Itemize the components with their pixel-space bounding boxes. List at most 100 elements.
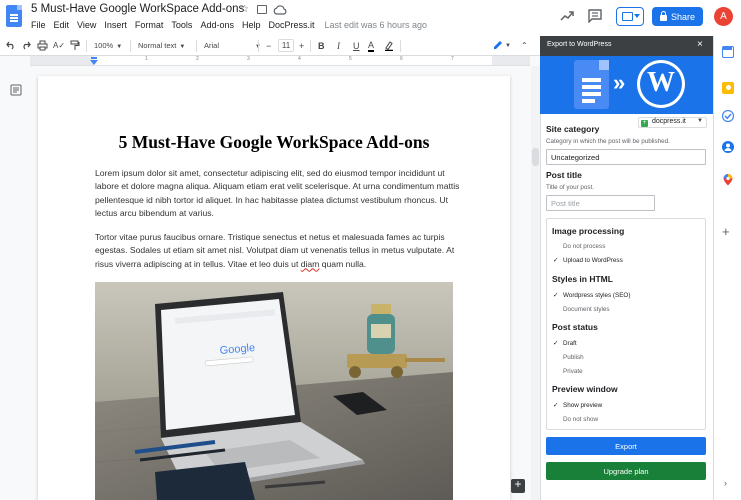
paragraph-2[interactable]: Tortor vitae purus faucibus ornare. Tris… bbox=[95, 231, 461, 271]
double-chevron-right-icon: » bbox=[613, 70, 626, 95]
decrease-font-button[interactable]: − bbox=[266, 40, 271, 52]
menu-edit[interactable]: Edit bbox=[54, 20, 70, 30]
option-private[interactable]: Private bbox=[563, 368, 583, 375]
editing-mode-pencil-icon[interactable] bbox=[492, 39, 503, 51]
upgrade-plan-button[interactable]: Upgrade plan bbox=[546, 462, 706, 480]
docpress-account-select[interactable]: + docpress.it ▼ bbox=[638, 117, 707, 128]
chevron-down-icon: ▼ bbox=[697, 118, 703, 124]
lock-icon bbox=[659, 10, 667, 21]
text-color-button[interactable]: A bbox=[368, 40, 375, 52]
site-category-title: Site category bbox=[546, 124, 600, 134]
option-draft[interactable]: ✓ Draft bbox=[553, 340, 577, 347]
left-indent-handle[interactable] bbox=[90, 60, 98, 65]
document-heading[interactable]: 5 Must-Have Google WorkSpace Add-ons bbox=[38, 132, 510, 153]
undo-icon[interactable] bbox=[6, 41, 16, 50]
calendar-icon[interactable] bbox=[722, 46, 734, 58]
chevron-down-icon bbox=[634, 14, 640, 18]
menu-docpress[interactable]: DocPress.it bbox=[268, 20, 314, 30]
contacts-icon[interactable] bbox=[722, 141, 734, 153]
paragraph-2-text-end: quam nulla. bbox=[319, 258, 367, 269]
underline-button[interactable]: U bbox=[353, 40, 360, 52]
preview-window-title: Preview window bbox=[552, 384, 618, 394]
keep-icon[interactable] bbox=[722, 82, 734, 94]
document-scrollbar[interactable] bbox=[531, 66, 540, 500]
option-do-not-show[interactable]: Do not show bbox=[563, 416, 598, 423]
ruler-label: 2 bbox=[196, 56, 199, 62]
chevron-right-icon[interactable]: › bbox=[724, 478, 727, 488]
italic-button[interactable]: I bbox=[337, 40, 340, 52]
misspelled-word[interactable]: diam bbox=[301, 259, 320, 269]
option-wordpress-styles[interactable]: ✓ Wordpress styles (SEO) bbox=[553, 292, 630, 299]
chevron-down-icon: ▼ bbox=[116, 44, 123, 50]
option-label: Draft bbox=[563, 340, 577, 347]
check-icon: ✓ bbox=[553, 340, 559, 347]
font-size-input[interactable]: 11 bbox=[278, 39, 294, 52]
paint-format-icon[interactable] bbox=[70, 40, 80, 51]
present-button[interactable] bbox=[616, 7, 644, 26]
cloud-status-icon[interactable] bbox=[273, 5, 287, 15]
check-icon: ✓ bbox=[553, 402, 559, 409]
horizontal-ruler[interactable]: 1 2 3 4 5 6 7 bbox=[30, 56, 530, 66]
post-title-title: Post title bbox=[546, 170, 582, 180]
option-publish[interactable]: Publish bbox=[563, 354, 584, 361]
option-show-preview[interactable]: ✓ Show preview bbox=[553, 402, 602, 409]
share-button[interactable]: Share bbox=[652, 7, 703, 26]
scrollbar-thumb[interactable] bbox=[532, 148, 539, 166]
site-category-select[interactable]: Uncategorized bbox=[546, 149, 706, 165]
document-title[interactable]: 5 Must-Have Google WorkSpace Add-ons bbox=[31, 3, 244, 15]
spellcheck-icon[interactable]: A✓ bbox=[53, 40, 65, 52]
comment-history-icon[interactable] bbox=[588, 9, 602, 23]
menu-bar: File Edit View Insert Format Tools Add-o… bbox=[31, 20, 435, 30]
option-document-styles[interactable]: Document styles bbox=[563, 306, 610, 313]
present-icon bbox=[622, 12, 633, 21]
export-button[interactable]: Export bbox=[546, 437, 706, 455]
site-category-help: Category in which the post will be publi… bbox=[546, 138, 670, 145]
bold-button[interactable]: B bbox=[318, 40, 325, 52]
menu-addons[interactable]: Add-ons bbox=[200, 20, 234, 30]
option-do-not-process[interactable]: Do not process bbox=[563, 243, 605, 250]
highlight-color-icon[interactable] bbox=[384, 40, 394, 51]
move-folder-icon[interactable] bbox=[257, 5, 267, 14]
menu-tools[interactable]: Tools bbox=[171, 20, 192, 30]
paragraph-1[interactable]: Lorem ipsum dolor sit amet, consectetur … bbox=[95, 167, 461, 220]
laptop-desk-photo[interactable]: Google bbox=[95, 282, 453, 500]
document-outline-icon[interactable] bbox=[10, 84, 22, 96]
last-edit-link[interactable]: Last edit was 6 hours ago bbox=[325, 20, 428, 30]
zoom-select[interactable]: 100% ▼ bbox=[94, 40, 122, 53]
paragraph-2-text: Tortor vitae purus faucibus ornare. Tris… bbox=[95, 232, 455, 269]
menu-help[interactable]: Help bbox=[242, 20, 261, 30]
menu-format[interactable]: Format bbox=[135, 20, 164, 30]
option-upload-to-wordpress[interactable]: ✓ Upload to WordPress bbox=[553, 257, 623, 264]
menu-file[interactable]: File bbox=[31, 20, 46, 30]
style-select[interactable]: Normal text ▼ bbox=[138, 40, 185, 53]
account-avatar[interactable]: A bbox=[714, 7, 733, 26]
redo-icon[interactable] bbox=[21, 41, 31, 50]
font-value: Arial bbox=[204, 41, 220, 50]
chevron-down-icon[interactable]: ▼ bbox=[505, 40, 511, 52]
check-icon: ✓ bbox=[553, 292, 559, 299]
maps-icon[interactable] bbox=[722, 174, 734, 186]
star-icon[interactable]: ☆ bbox=[240, 4, 249, 15]
menu-view[interactable]: View bbox=[77, 20, 96, 30]
first-line-indent-handle[interactable] bbox=[91, 57, 97, 59]
add-addon-icon[interactable]: + bbox=[722, 224, 730, 239]
ruler-label: 3 bbox=[247, 56, 250, 62]
tasks-icon[interactable] bbox=[722, 110, 734, 122]
option-label: Wordpress styles (SEO) bbox=[563, 292, 631, 299]
font-select[interactable]: Arial▼ bbox=[204, 40, 261, 53]
wordpress-logo-icon: W bbox=[637, 60, 685, 108]
print-icon[interactable] bbox=[37, 40, 48, 51]
option-label: Show preview bbox=[563, 402, 603, 409]
activity-trend-icon[interactable] bbox=[560, 9, 574, 23]
increase-font-button[interactable]: + bbox=[299, 40, 304, 52]
menu-insert[interactable]: Insert bbox=[104, 20, 127, 30]
docpress-label: docpress.it bbox=[652, 118, 686, 125]
hide-menus-icon[interactable]: ⌃ bbox=[521, 40, 528, 52]
close-icon[interactable]: × bbox=[697, 39, 703, 50]
docs-logo-icon[interactable] bbox=[6, 5, 22, 27]
post-title-help: Title of your post. bbox=[546, 184, 595, 191]
sidebar-title: Export to WordPress bbox=[547, 41, 612, 48]
style-value: Normal text bbox=[138, 41, 177, 50]
add-comment-icon[interactable] bbox=[511, 477, 525, 493]
post-title-input[interactable]: Post title bbox=[546, 195, 655, 211]
